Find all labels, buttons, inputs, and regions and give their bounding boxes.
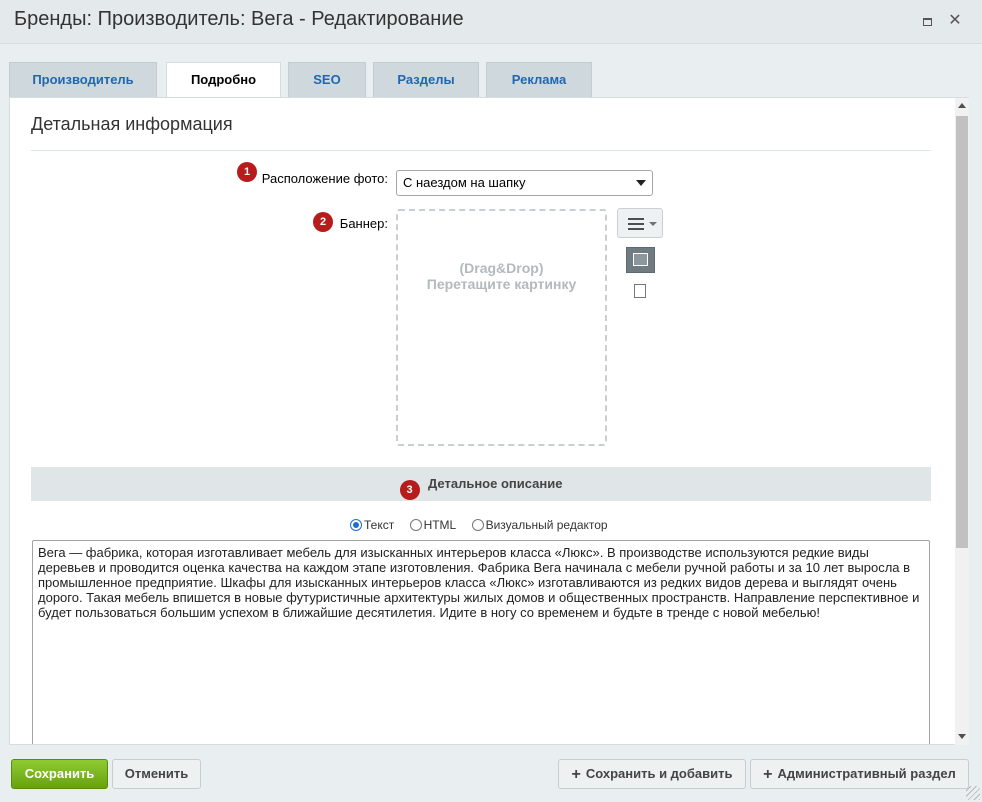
description-textarea[interactable]: Вега — фабрика, которая изготавливает ме… bbox=[32, 540, 930, 744]
save-and-add-label: Сохранить и добавить bbox=[585, 766, 733, 781]
banner-menu-button[interactable] bbox=[617, 208, 663, 238]
plus-icon: + bbox=[763, 766, 773, 783]
step-badge-3: 3 bbox=[399, 480, 420, 500]
tab-seo[interactable]: SEO bbox=[288, 62, 366, 98]
mode-visual-option[interactable]: Визуальный редактор bbox=[471, 518, 608, 532]
section-divider bbox=[31, 150, 931, 151]
photo-position-select[interactable]: С наездом на шапку bbox=[396, 170, 653, 196]
banner-dropzone[interactable]: (Drag&Drop) Перетащите картинку bbox=[396, 209, 607, 446]
window-titlebar: Бренды: Производитель: Вега - Редактиров… bbox=[0, 0, 982, 44]
admin-section-button[interactable]: + Административный раздел bbox=[750, 759, 969, 789]
mode-html-radio[interactable] bbox=[409, 519, 422, 531]
resize-grip-icon[interactable] bbox=[966, 786, 980, 800]
close-icon[interactable]: ✕ bbox=[946, 12, 964, 30]
mode-text-label: Текст bbox=[364, 518, 395, 532]
tab-details[interactable]: Подробно bbox=[166, 62, 281, 99]
tab-content-panel: Детальная информация 1 Расположение фото… bbox=[9, 97, 969, 745]
mode-visual-radio[interactable] bbox=[471, 519, 484, 531]
file-icon[interactable] bbox=[634, 284, 646, 298]
tab-advertising[interactable]: Реклама bbox=[486, 62, 592, 98]
description-title: Детальное описание bbox=[428, 476, 563, 491]
description-mode-group: Текст HTML Визуальный редактор bbox=[350, 518, 620, 532]
mode-html-label: HTML bbox=[423, 518, 457, 532]
mode-text-option[interactable]: Текст bbox=[350, 518, 394, 532]
save-button[interactable]: Сохранить bbox=[11, 759, 108, 789]
dropzone-hint-dragdrop: (Drag&Drop) bbox=[459, 260, 544, 276]
section-title: Детальная информация bbox=[31, 114, 233, 134]
mode-html-option[interactable]: HTML bbox=[409, 518, 457, 532]
maximize-icon[interactable] bbox=[918, 12, 936, 30]
plus-icon: + bbox=[571, 766, 581, 783]
description-header: 3 Детальное описание bbox=[31, 467, 931, 501]
chevron-down-icon bbox=[636, 180, 646, 186]
banner-label: Баннер: bbox=[339, 216, 388, 231]
tab-manufacturer[interactable]: Производитель bbox=[9, 62, 157, 98]
scroll-up-icon[interactable] bbox=[958, 103, 966, 108]
tab-sections[interactable]: Разделы bbox=[373, 62, 479, 98]
window-title: Бренды: Производитель: Вега - Редактиров… bbox=[14, 8, 464, 30]
admin-section-label: Административный раздел bbox=[777, 766, 956, 781]
vertical-scrollbar[interactable] bbox=[955, 98, 969, 745]
photo-position-value: С наездом на шапку bbox=[403, 175, 526, 190]
menu-icon bbox=[628, 218, 644, 233]
scroll-down-icon[interactable] bbox=[958, 734, 966, 739]
mode-visual-label: Визуальный редактор bbox=[485, 518, 608, 532]
dropzone-hint-drop: Перетащите картинку bbox=[426, 276, 577, 292]
mode-text-radio[interactable] bbox=[350, 519, 362, 531]
save-and-add-button[interactable]: + Сохранить и добавить bbox=[558, 759, 746, 789]
caret-down-icon bbox=[649, 222, 657, 226]
cancel-button[interactable]: Отменить bbox=[112, 759, 201, 789]
image-icon[interactable] bbox=[626, 247, 655, 273]
scrollbar-thumb[interactable] bbox=[956, 116, 968, 548]
photo-position-label: Расположение фото: bbox=[261, 171, 388, 186]
